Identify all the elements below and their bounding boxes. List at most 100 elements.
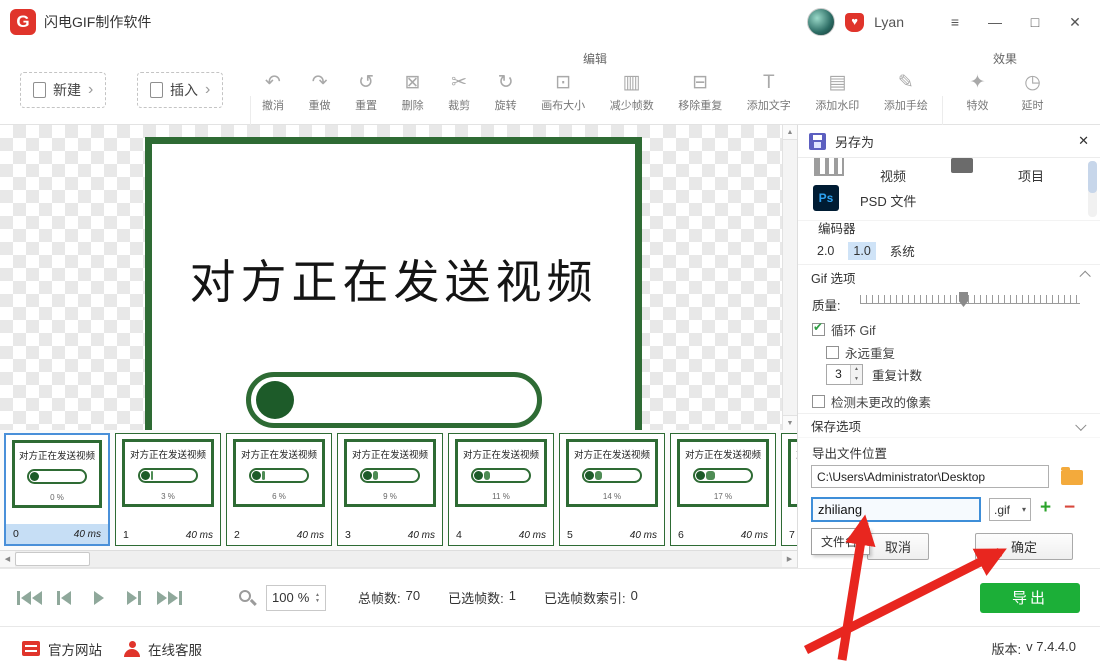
official-website-link[interactable]: 官方网站	[22, 639, 102, 659]
frame-preview: 对方正在发送视频 3 %	[122, 439, 214, 507]
save-icon	[809, 133, 826, 150]
titlebar: G 闪电GIF制作软件 ♥ Lyan ≡ — □ ✕	[0, 0, 1100, 44]
preview-frame: 对方正在发送视频	[145, 137, 642, 430]
video-icon[interactable]	[814, 158, 844, 176]
cancel-button[interactable]: 取消	[867, 533, 929, 560]
canvas-area[interactable]: 对方正在发送视频 ▲ ▼	[0, 125, 797, 430]
tool-canvas-size[interactable]: ⊡画布大小	[539, 69, 587, 114]
selected-index-stat: 已选帧数索引:0	[544, 588, 638, 607]
customer-service-link[interactable]: 在线客服	[124, 639, 202, 659]
scroll-down-icon[interactable]: ▼	[783, 415, 797, 430]
tool-special-effects[interactable]: ✦特效	[965, 69, 991, 114]
repeat-count-label: 重复计数	[872, 365, 922, 384]
zoom-spinner[interactable]: 100 % ▲▼	[266, 585, 326, 611]
tool-reduce-frames[interactable]: ▥减少帧数	[608, 69, 656, 114]
timeline-frame-5[interactable]: 对方正在发送视频 14 % 540 ms	[559, 433, 665, 546]
scroll-left-icon[interactable]: ◀	[0, 551, 15, 567]
insert-button-label: 插入	[170, 80, 198, 100]
frame-knob-icon	[696, 471, 705, 480]
frame-duration: 40 ms	[186, 530, 213, 541]
maximize-button[interactable]: □	[1020, 8, 1050, 36]
format-project[interactable]: 项目	[1018, 166, 1044, 185]
zoom-unit: %	[298, 590, 310, 605]
zoom-arrows[interactable]: ▲▼	[315, 592, 320, 604]
export-path-input[interactable]	[811, 465, 1049, 488]
add-extension-icon[interactable]: +	[1040, 497, 1051, 519]
tool-undo[interactable]: ↶撤消	[260, 69, 286, 114]
export-button[interactable]: 导出	[980, 583, 1080, 613]
new-button[interactable]: 新建 ›	[20, 72, 106, 108]
previous-frame-button[interactable]	[49, 583, 79, 613]
project-icon[interactable]	[951, 158, 973, 173]
menu-icon[interactable]: ≡	[940, 8, 970, 36]
extension-select[interactable]: .gif ▾	[989, 498, 1031, 521]
timeline-frame-7[interactable]: 对方正在发送视频 20 % 740 ms	[781, 433, 797, 546]
detect-unchanged-checkbox[interactable]: 检测未更改的像素	[812, 392, 931, 411]
total-frames-stat: 总帧数:70	[358, 588, 420, 607]
tool-reset[interactable]: ↺重置	[353, 69, 379, 114]
quality-slider[interactable]	[860, 291, 1080, 311]
next-frame-button[interactable]	[119, 583, 149, 613]
vertical-scrollbar[interactable]: ▲ ▼	[782, 125, 797, 430]
minimize-button[interactable]: —	[980, 8, 1010, 36]
tool-redo[interactable]: ↷重做	[307, 69, 333, 114]
tool-crop[interactable]: ✂裁剪	[446, 69, 472, 114]
tool-delay[interactable]: ◷延时	[1020, 69, 1046, 114]
timeline-frame-1[interactable]: 对方正在发送视频 3 % 140 ms	[115, 433, 221, 546]
spinner-arrows[interactable]: ▲▼	[850, 365, 862, 384]
scrollbar-thumb[interactable]	[15, 552, 90, 566]
frame-preview: 对方正在发送视频 9 %	[344, 439, 436, 507]
format-psd[interactable]: PSD 文件	[860, 191, 916, 210]
repeat-forever-checkbox[interactable]: 永远重复	[826, 343, 895, 362]
play-button[interactable]	[84, 583, 114, 613]
edit-group-items: ↶撤消 ↷重做 ↺重置 ⊠删除 ✂裁剪 ↻旋转 ⊡画布大小 ▥减少帧数 ⊟移除重…	[260, 69, 930, 114]
timeline-frame-4[interactable]: 对方正在发送视频 11 % 440 ms	[448, 433, 554, 546]
frame-percent: 9 %	[347, 492, 433, 501]
format-list-scrollbar[interactable]	[1088, 161, 1097, 217]
user-avatar[interactable]	[807, 8, 835, 36]
first-frame-button[interactable]	[14, 583, 44, 613]
save-options-header[interactable]: 保存选项	[798, 413, 1100, 438]
filename-input[interactable]	[811, 497, 981, 522]
scroll-up-icon[interactable]: ▲	[783, 125, 797, 140]
gif-options-header[interactable]: Gif 选项	[798, 264, 1100, 289]
ok-button[interactable]: 确定	[975, 533, 1073, 560]
timeline-frame-0[interactable]: 对方正在发送视频 0 % 040 ms	[4, 433, 110, 546]
insert-button[interactable]: 插入 ›	[137, 72, 223, 108]
encoder-option-2-0[interactable]: 2.0	[812, 242, 839, 260]
format-video[interactable]: 视频	[880, 166, 906, 185]
close-button[interactable]: ✕	[1060, 8, 1090, 36]
encoder-option-1-0[interactable]: 1.0	[848, 242, 875, 260]
panel-close-button[interactable]: ✕	[1078, 133, 1089, 149]
tool-remove-duplicate[interactable]: ⊟移除重复	[676, 69, 724, 114]
frame-index: 7	[789, 529, 795, 541]
tool-rotate[interactable]: ↻旋转	[493, 69, 519, 114]
tool-add-text[interactable]: T添加文字	[745, 69, 793, 114]
remove-extension-icon[interactable]: −	[1064, 497, 1075, 519]
tool-add-drawing[interactable]: ✎添加手绘	[882, 69, 930, 114]
timeline-frame-6[interactable]: 对方正在发送视频 17 % 640 ms	[670, 433, 776, 546]
tool-add-watermark[interactable]: ▤添加水印	[813, 69, 861, 114]
last-frame-button[interactable]	[154, 583, 184, 613]
scroll-right-icon[interactable]: ▶	[782, 551, 797, 567]
repeat-count-spinner[interactable]: 3 ▲▼	[826, 364, 863, 385]
folder-icon[interactable]	[1061, 470, 1083, 485]
encoder-option-system[interactable]: 系统	[885, 239, 920, 262]
frame-percent: 11 %	[458, 492, 544, 501]
timeline-frame-3[interactable]: 对方正在发送视频 9 % 340 ms	[337, 433, 443, 546]
timeline-scrollbar[interactable]: ◀ ▶	[0, 550, 797, 568]
app-title: 闪电GIF制作软件	[44, 12, 151, 32]
frame-meta: 140 ms	[116, 525, 220, 545]
vip-heart-icon[interactable]: ♥	[845, 13, 864, 32]
scrollbar-thumb[interactable]	[1088, 161, 1097, 193]
frame-meta: 540 ms	[560, 525, 664, 545]
slider-thumb[interactable]	[959, 292, 968, 307]
photoshop-icon[interactable]: Ps	[813, 185, 839, 211]
repeat-forever-label: 永远重复	[845, 343, 895, 362]
frame-knob-icon	[141, 471, 150, 480]
loop-gif-checkbox[interactable]: ✔ 循环 Gif	[812, 320, 875, 339]
website-label: 官方网站	[48, 639, 102, 659]
frame-knob-icon	[363, 471, 372, 480]
timeline-frame-2[interactable]: 对方正在发送视频 6 % 240 ms	[226, 433, 332, 546]
tool-delete[interactable]: ⊠删除	[400, 69, 426, 114]
